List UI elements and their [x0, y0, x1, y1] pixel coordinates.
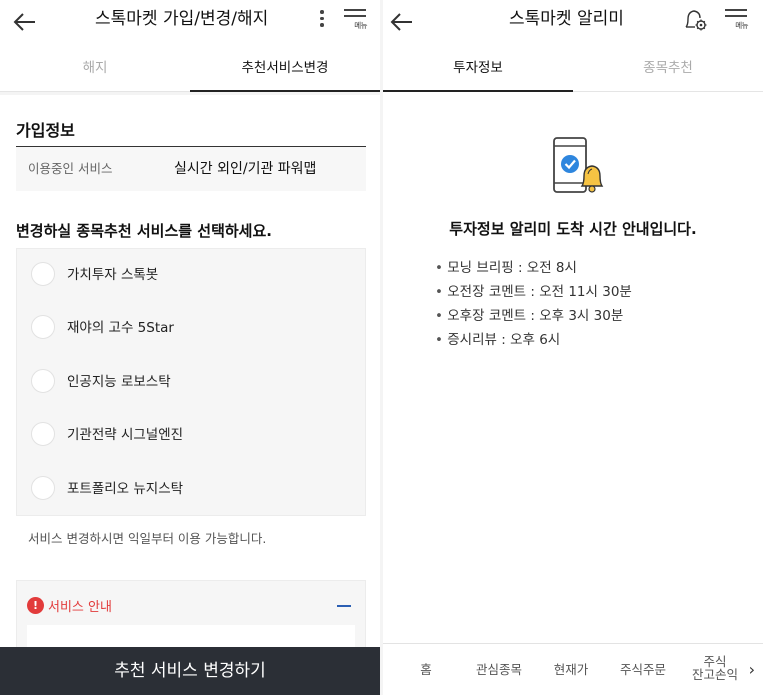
- nav-home[interactable]: 홈: [411, 644, 441, 695]
- section-separator: [0, 92, 380, 95]
- tab-investment-info[interactable]: 투자정보: [383, 46, 573, 92]
- hamburger-menu-icon[interactable]: 메뉴: [723, 6, 749, 32]
- hamburger-menu-icon[interactable]: 메뉴: [342, 6, 368, 32]
- service-option-list: 가치투자 스톡봇 재야의 고수 5Star 인공지능 로보스탁 기관전략 시그널…: [16, 248, 366, 516]
- nav-holdings-pnl[interactable]: 주식 잔고손익: [687, 644, 743, 695]
- service-notice-header[interactable]: ! 서비스 안내: [27, 595, 112, 615]
- service-notice-title: 서비스 안내: [48, 599, 112, 615]
- right-header: 스톡마켓 알리미 메뉴: [383, 0, 763, 44]
- service-option[interactable]: 재야의 고수 5Star: [17, 302, 365, 355]
- page-title: 스톡마켓 가입/변경/해지: [95, 9, 269, 29]
- radio-button[interactable]: [31, 475, 55, 500]
- nav-current-price[interactable]: 현재가: [549, 644, 593, 695]
- menu-icon-label: 메뉴: [735, 21, 748, 30]
- current-service-value: 실시간 외인/기관 파워맵: [174, 161, 317, 177]
- radio-button[interactable]: [31, 262, 55, 286]
- radio-button[interactable]: [31, 368, 55, 393]
- schedule-item: 모닝 브리핑 : 오전 8시: [435, 256, 632, 280]
- alarm-settings-icon[interactable]: [681, 6, 709, 34]
- tab-cancel[interactable]: 해지: [0, 46, 190, 91]
- tab-stock-recommend[interactable]: 종목추천: [573, 46, 763, 91]
- right-tab-bar: 투자정보 종목추천: [383, 46, 763, 92]
- current-service-label: 이용중인 서비스: [28, 161, 113, 176]
- collapse-minus-icon[interactable]: [337, 605, 351, 607]
- menu-icon-label: 메뉴: [354, 21, 367, 30]
- back-arrow-icon[interactable]: [385, 5, 419, 39]
- service-select-question: 변경하실 종목추천 서비스를 선택하세요.: [16, 222, 272, 240]
- service-option[interactable]: 가치투자 스톡봇: [17, 249, 365, 302]
- alarm-panel: 스톡마켓 알리미 메뉴 투자정보 종목추천 투자정보 알리미 도착 시간 안내입…: [383, 0, 763, 695]
- left-tab-bar: 해지 추천서비스변경: [0, 46, 380, 92]
- schedule-item: 증시리뷰 : 오후 6시: [435, 328, 632, 352]
- service-option-label: 인공지능 로보스탁: [67, 373, 171, 390]
- schedule-item: 오전장 코멘트 : 오전 11시 30분: [435, 280, 632, 304]
- service-option-label: 가치투자 스톡봇: [67, 267, 159, 283]
- service-option-label: 포트폴리오 뉴지스탁: [67, 480, 184, 497]
- nav-stock-order[interactable]: 주식주문: [615, 644, 671, 695]
- nav-watchlist[interactable]: 관심종목: [471, 644, 527, 695]
- change-service-button[interactable]: 추천 서비스 변경하기: [0, 647, 380, 695]
- exclamation-icon: !: [27, 596, 44, 614]
- bottom-nav: 홈 관심종목 현재가 주식주문 주식 잔고손익 ›: [383, 643, 763, 695]
- kebab-menu-icon[interactable]: [317, 8, 327, 32]
- phone-check-bell-icon: [553, 137, 604, 193]
- page-title: 스톡마켓 알리미: [509, 9, 624, 29]
- service-option[interactable]: 기관전략 시그널엔진: [17, 409, 365, 462]
- current-service-row: 이용중인 서비스 실시간 외인/기관 파워맵: [16, 146, 366, 191]
- tab-change-service[interactable]: 추천서비스변경: [190, 46, 380, 92]
- change-note: 서비스 변경하시면 익일부터 이용 가능합니다.: [28, 531, 267, 546]
- subscription-section-title: 가입정보: [16, 121, 75, 140]
- alarm-info-title: 투자정보 알리미 도착 시간 안내입니다.: [449, 220, 697, 238]
- service-option-label: 기관전략 시그널엔진: [67, 427, 184, 444]
- back-arrow-icon[interactable]: [8, 5, 42, 39]
- alarm-schedule-list: 모닝 브리핑 : 오전 8시 오전장 코멘트 : 오전 11시 30분 오후장 …: [435, 256, 632, 352]
- chevron-right-icon[interactable]: ›: [749, 660, 755, 679]
- service-option-label: 재야의 고수 5Star: [67, 320, 174, 337]
- radio-button[interactable]: [31, 422, 55, 447]
- service-option[interactable]: 포트폴리오 뉴지스탁: [17, 463, 365, 516]
- service-option[interactable]: 인공지능 로보스탁: [17, 356, 365, 409]
- subscription-panel: 스톡마켓 가입/변경/해지 메뉴 해지 추천서비스변경 가입정보 이용중인 서비…: [0, 0, 380, 695]
- radio-button[interactable]: [31, 315, 55, 340]
- nav-holdings-line2: 잔고손익: [691, 667, 738, 682]
- schedule-item: 오후장 코멘트 : 오후 3시 30분: [435, 304, 632, 328]
- left-header: 스톡마켓 가입/변경/해지 메뉴: [0, 0, 380, 44]
